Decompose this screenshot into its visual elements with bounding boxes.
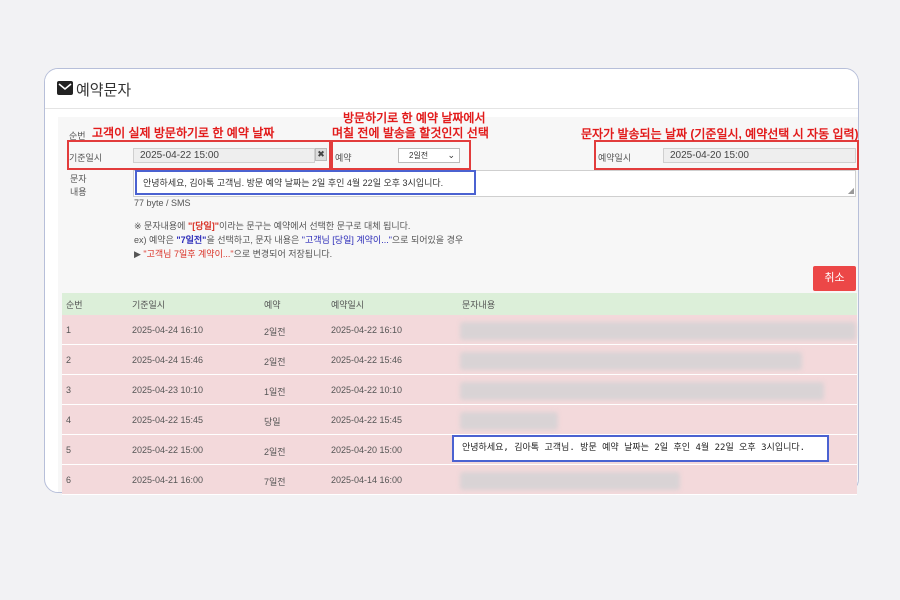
send-date-annotation-box	[594, 140, 859, 170]
col-send-date: 예약일시	[331, 300, 365, 310]
table-row[interactable]: 3 2025-04-23 10:10 1일전 2025-04-22 10:10	[62, 375, 857, 405]
col-seq: 순번	[66, 300, 83, 310]
table-row[interactable]: 6 2025-04-21 16:00 7일전 2025-04-14 16:00	[62, 465, 857, 495]
table-row[interactable]: 1 2025-04-24 16:10 2일전 2025-04-22 16:10	[62, 315, 857, 345]
note-line-1: ※ 문자내용에 "[당일]"이라는 문구는 예약에서 선택한 문구로 대체 됩니…	[134, 221, 411, 231]
col-base-date: 기준일시	[132, 300, 166, 310]
table-header: 순번 기준일시 예약 예약일시 문자내용	[62, 293, 857, 315]
message-label-2: 내용	[70, 187, 87, 197]
col-reservation: 예약	[264, 300, 281, 310]
envelope-icon	[57, 81, 73, 95]
blurred-message	[460, 412, 558, 430]
blurred-message	[460, 382, 824, 400]
table-row[interactable]: 4 2025-04-22 15:45 당일 2025-04-22 15:45	[62, 405, 857, 435]
byte-count: 77 byte / SMS	[134, 198, 191, 208]
resize-handle-icon[interactable]: ◢	[848, 187, 854, 195]
message-annotation-box	[135, 170, 476, 195]
note-line-2: ex) 예약은 "7일전"을 선택하고, 문자 내용은 "고객님 [당일] 계약…	[134, 235, 464, 245]
message-preview-popup: 안녕하세요, 김아톡 고객님. 방문 예약 날짜는 2일 후인 4월 22일 오…	[452, 435, 829, 462]
blurred-message	[460, 322, 856, 340]
cancel-button[interactable]: 취소	[813, 266, 856, 291]
base-date-annotation: 고객이 실제 방문하기로 한 예약 날짜	[92, 126, 275, 140]
blurred-message	[460, 472, 680, 490]
send-date-annotation: 문자가 발송되는 날짜 (기준일시, 예약선택 시 자동 입력)	[581, 127, 859, 141]
message-label-1: 문자	[70, 174, 87, 184]
base-date-annotation-box	[67, 140, 331, 170]
reservation-annotation-box	[331, 140, 471, 170]
window-header: 예약문자	[45, 69, 858, 109]
table-row[interactable]: 2 2025-04-24 15:46 2일전 2025-04-22 15:46	[62, 345, 857, 375]
note-line-3: ▶ "고객님 7일후 계약이..."으로 변경되어 저장됩니다.	[134, 249, 333, 259]
col-message: 문자내용	[462, 300, 496, 310]
blurred-message	[460, 352, 802, 370]
reservation-annotation-2: 며칠 전에 발송을 할것인지 선택	[332, 126, 489, 140]
window-title: 예약문자	[76, 82, 132, 99]
